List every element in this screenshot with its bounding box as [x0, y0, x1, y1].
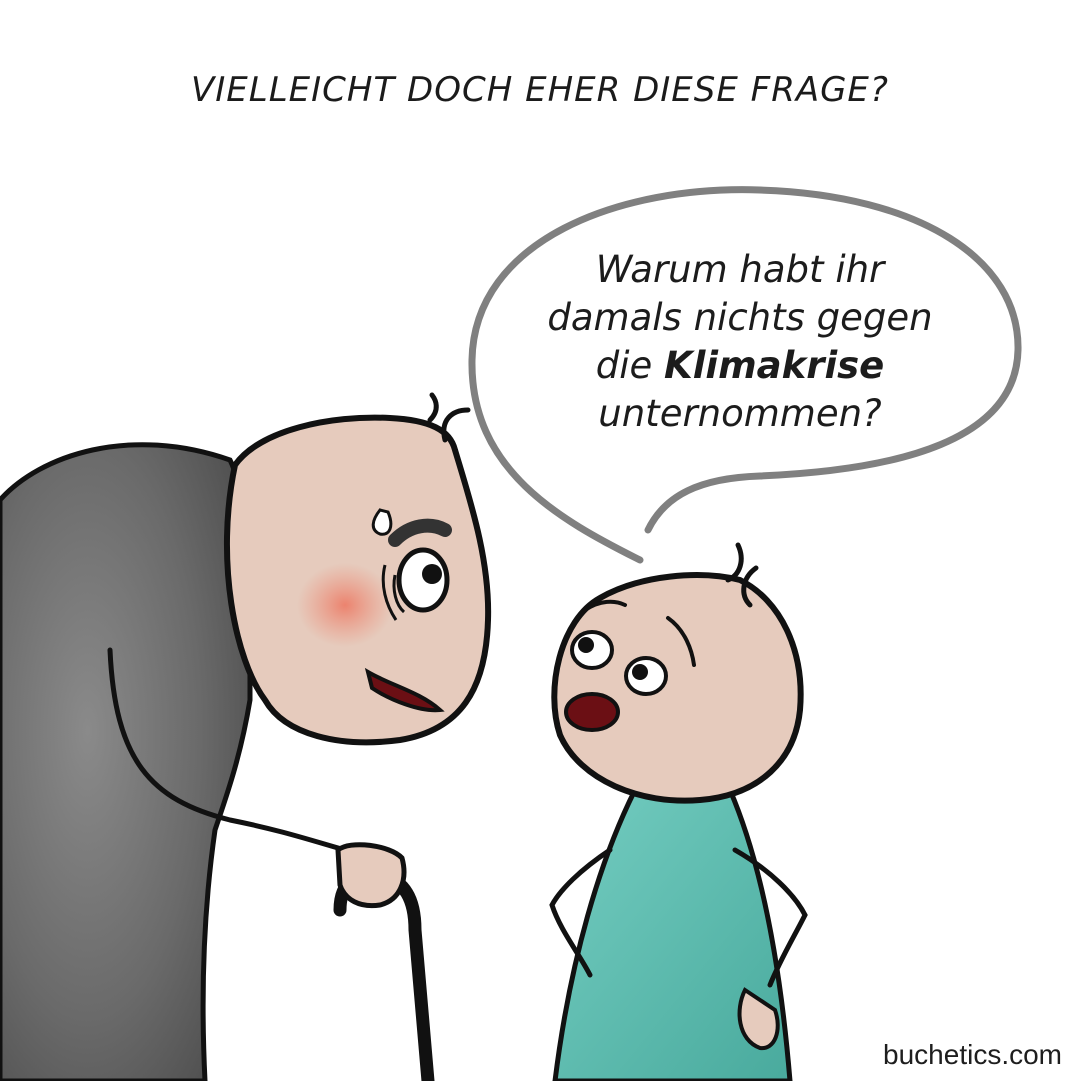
- comic-illustration: [0, 186, 1022, 1081]
- old-man-hand: [335, 842, 407, 909]
- speech-bold-word: Klimakrise: [664, 344, 885, 387]
- sweat-drop: [371, 508, 393, 536]
- caption: VIELLEICHT DOCH EHER DIESE FRAGE?: [191, 70, 889, 110]
- speech-line-4: unternommen?: [598, 392, 882, 435]
- speech-line-3-prefix: die: [595, 344, 665, 387]
- old-man-cheek: [297, 563, 393, 647]
- speech-line-3: die Klimakrise: [505, 342, 975, 390]
- credit-text: buchetics.com: [883, 1039, 1062, 1070]
- speech-line-1: Warum habt ihr: [595, 248, 885, 291]
- old-man-coat: [0, 442, 253, 1081]
- child-head: [551, 572, 804, 804]
- child-mouth: [564, 692, 620, 732]
- speech-text: Warum habt ihr damals nichts gegen die K…: [505, 246, 975, 438]
- speech-line-2: damals nichts gegen: [547, 296, 933, 339]
- comic-panel: VIELLEICHT DOCH EHER DIESE FRAGE? Warum …: [0, 0, 1080, 1081]
